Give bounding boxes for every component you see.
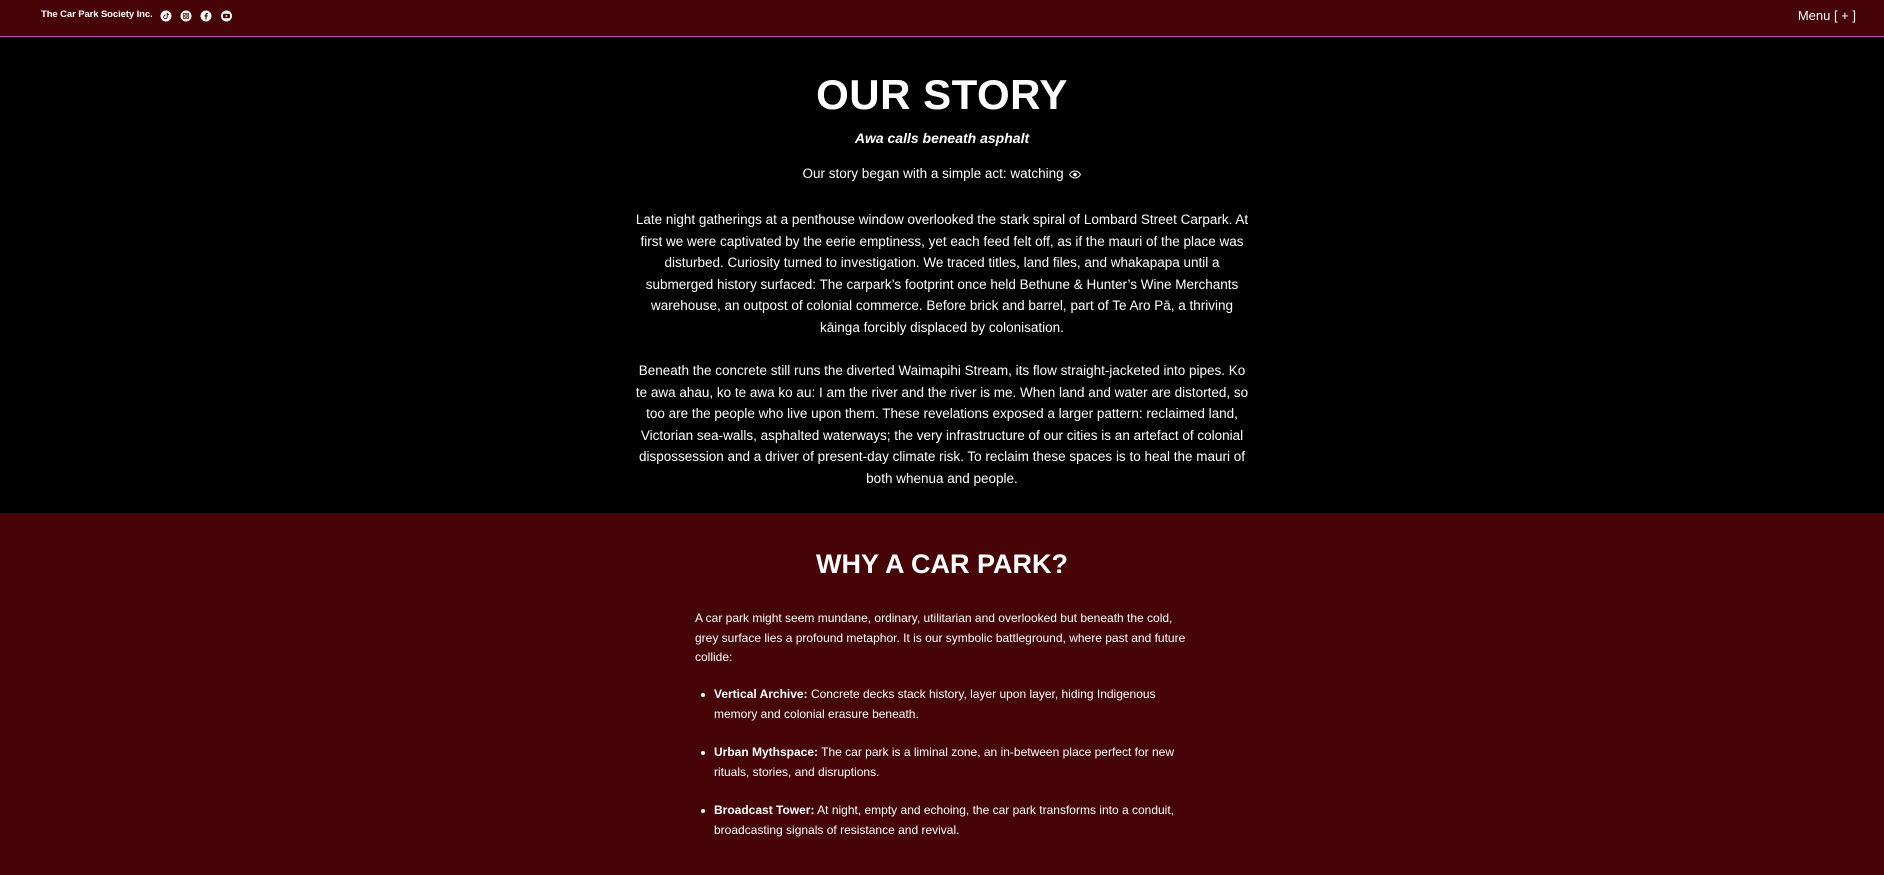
story-tagline: Awa calls beneath asphalt — [854, 130, 1030, 146]
social-links — [159, 9, 233, 23]
why-intro: A car park might seem mundane, ordinary,… — [695, 611, 1186, 664]
tiktok-icon[interactable] — [159, 9, 173, 23]
menu-button[interactable]: Menu [ + ] — [1798, 8, 1856, 23]
why-list: Vertical Archive: Concrete decks stack h… — [695, 685, 1185, 859]
our-story-section: OUR STORY Awa calls beneath asphalt Our … — [0, 37, 1884, 513]
story-intro-line: Our story began with a simple act: watch… — [0, 166, 1884, 182]
youtube-icon[interactable] — [219, 9, 233, 23]
list-item-term: Urban Mythspace: — [714, 745, 819, 759]
facebook-icon[interactable] — [199, 9, 213, 23]
site-header: The Car Park Society Inc. Menu [ + ] — [0, 0, 1884, 37]
site-brand[interactable]: The Car Park Society Inc. — [41, 9, 153, 20]
list-item-term: Vertical Archive: — [714, 687, 808, 701]
list-item: Broadcast Tower: At night, empty and ech… — [695, 801, 1185, 840]
list-item-term: Broadcast Tower: — [714, 803, 815, 817]
eye-icon — [1069, 167, 1082, 182]
list-item: Urban Mythspace: The car park is a limin… — [695, 743, 1185, 782]
why-car-park-section: WHY A CAR PARK? A car park might seem mu… — [0, 513, 1884, 875]
story-paragraph-1: Late night gatherings at a penthouse win… — [635, 212, 1249, 335]
story-intro-text: Our story began with a simple act: watch… — [802, 166, 1064, 181]
instagram-icon[interactable] — [179, 9, 193, 23]
story-title: OUR STORY — [816, 71, 1068, 118]
why-title: WHY A CAR PARK? — [816, 549, 1068, 579]
list-item: Vertical Archive: Concrete decks stack h… — [695, 685, 1185, 724]
story-paragraph-2: Beneath the concrete still runs the dive… — [635, 363, 1249, 486]
